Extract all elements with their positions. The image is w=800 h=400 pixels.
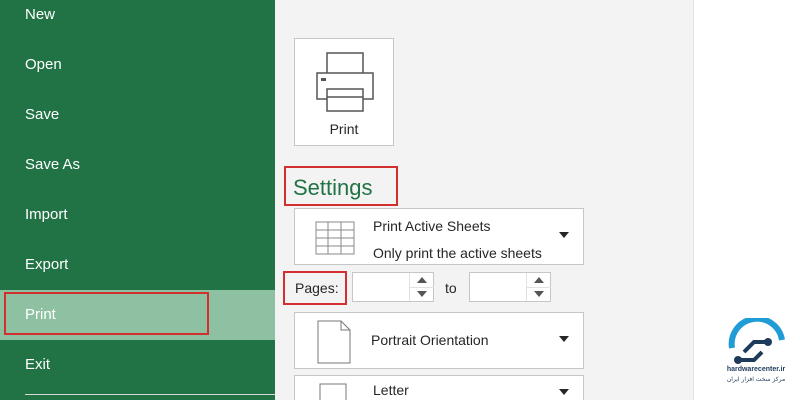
nav-item-save[interactable]: Save <box>0 92 275 138</box>
nav-item-save-as[interactable]: Save As <box>0 142 275 188</box>
nav-divider <box>25 394 275 395</box>
pages-to-spinner <box>469 272 551 302</box>
dropdown-arrow-icon <box>559 232 569 238</box>
print-button-label: Print <box>329 121 359 137</box>
dropdown-arrow-icon <box>559 336 569 342</box>
orientation-dropdown[interactable]: Portrait Orientation <box>294 312 584 369</box>
paper-size-title: Letter <box>373 382 409 398</box>
nav-item-label: Save As <box>25 156 81 173</box>
sheet-grid-icon <box>315 221 355 255</box>
print-what-title: Print Active Sheets <box>373 218 491 234</box>
pages-from-spinner <box>352 272 434 302</box>
chevron-down-icon <box>417 291 427 297</box>
nav-item-label: Export <box>25 256 69 273</box>
pages-to-spin-buttons <box>526 273 551 301</box>
nav-item-label: Import <box>25 206 68 223</box>
chevron-down-icon <box>534 291 544 297</box>
nav-item-open[interactable]: Open <box>0 42 275 88</box>
pages-from-spin-buttons <box>409 273 434 301</box>
chevron-up-icon <box>534 277 544 283</box>
portrait-page-icon <box>317 320 351 364</box>
dropdown-arrow-icon <box>559 389 569 395</box>
backstage-nav: New Open Save Save As Import Export Prin… <box>0 0 275 400</box>
print-what-subtitle: Only print the active sheets <box>373 245 542 261</box>
nav-item-new[interactable]: New <box>0 0 275 38</box>
pages-to-label: to <box>445 280 457 296</box>
print-what-dropdown[interactable]: Print Active Sheets Only print the activ… <box>294 208 584 265</box>
paper-size-icon <box>319 383 347 400</box>
highlight-box-print <box>4 292 209 335</box>
logo-brand-text: hardwarecenter.ir <box>726 366 786 373</box>
nav-item-label: Save <box>25 106 60 123</box>
pages-from-up-button[interactable] <box>410 273 434 287</box>
highlight-box-settings <box>284 166 398 206</box>
pages-from-input[interactable] <box>354 274 408 300</box>
nav-item-label: Exit <box>25 356 51 373</box>
nav-item-label: Open <box>25 56 62 73</box>
paper-size-dropdown[interactable]: Letter <box>294 375 584 400</box>
logo-tagline-text: مرکز سخت افزار ایران <box>726 376 786 383</box>
pages-to-up-button[interactable] <box>527 273 551 287</box>
pages-from-down-button[interactable] <box>410 287 434 301</box>
printer-icon <box>316 52 374 112</box>
chevron-up-icon <box>417 277 427 283</box>
highlight-box-pages <box>283 271 347 305</box>
orientation-title: Portrait Orientation <box>371 332 489 348</box>
pages-to-input[interactable] <box>471 274 525 300</box>
pages-to-down-button[interactable] <box>527 287 551 301</box>
nav-item-import[interactable]: Import <box>0 192 275 238</box>
nav-item-export[interactable]: Export <box>0 242 275 288</box>
print-button[interactable]: Print <box>294 38 394 146</box>
nav-item-exit[interactable]: Exit <box>0 342 275 388</box>
nav-item-label: New <box>25 6 56 23</box>
